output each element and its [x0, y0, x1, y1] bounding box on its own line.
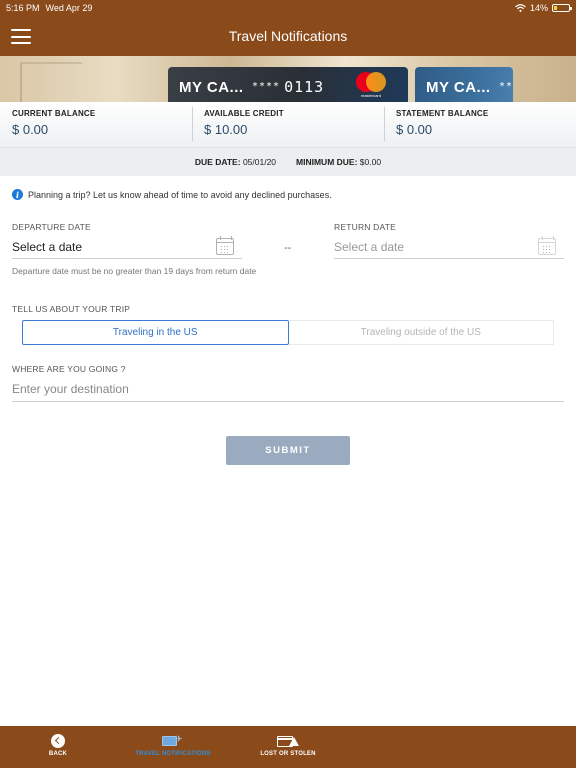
balance-label: STATEMENT BALANCE: [396, 109, 489, 118]
travel-card-plane-icon: ✈: [162, 735, 184, 748]
balance-label: CURRENT BALANCE: [12, 109, 96, 118]
calendar-icon[interactable]: [538, 236, 556, 255]
status-date: Wed Apr 29: [45, 3, 93, 13]
info-banner: i Planning a trip? Let us know ahead of …: [12, 189, 332, 200]
balance-value: $ 0.00: [12, 122, 49, 137]
balance-value: $ 10.00: [204, 122, 248, 137]
tab-label: LOST OR STOLEN: [260, 751, 316, 757]
card-tile-next[interactable]: MY CA... **: [415, 67, 513, 102]
info-text: Planning a trip? Let us know ahead of ti…: [28, 189, 332, 200]
balance-label: AVAILABLE CREDIT: [204, 109, 284, 118]
statement-balance: STATEMENT BALANCE $ 0.00: [384, 102, 576, 147]
battery-percent: 14%: [529, 3, 548, 13]
hamburger-menu-icon[interactable]: [11, 29, 31, 44]
due-summary: DUE DATE: 05/01/20 MINIMUM DUE: $0.00: [0, 148, 576, 176]
tab-travel-notifications[interactable]: ✈ TRAVEL NOTIFICATIONS: [130, 726, 216, 768]
mastercard-logo-icon: mastercard: [354, 72, 388, 98]
card-name: MY CA...: [426, 79, 491, 96]
tab-label: BACK: [48, 751, 68, 757]
tab-label: TRAVEL NOTIFICATIONS: [135, 751, 211, 757]
date-hint: Departure date must be no greater than 1…: [12, 266, 257, 276]
battery-charging-icon: [552, 4, 572, 12]
wifi-icon: [515, 4, 526, 12]
back-arrow-icon: [51, 734, 65, 748]
date-separator: --: [284, 242, 292, 254]
app-header: Travel Notifications: [0, 16, 576, 56]
destination-label: WHERE ARE YOU GOING ?: [12, 364, 126, 374]
balance-value: $ 0.00: [396, 122, 433, 137]
balance-summary: CURRENT BALANCE $ 0.00 AVAILABLE CREDIT …: [0, 102, 576, 148]
page-title: Travel Notifications: [228, 28, 348, 44]
trip-option-international[interactable]: Traveling outside of the US: [288, 320, 554, 345]
return-date-label: RETURN DATE: [334, 222, 397, 232]
current-balance: CURRENT BALANCE $ 0.00: [0, 102, 192, 147]
tab-back[interactable]: BACK: [38, 726, 78, 768]
due-date: DUE DATE: 05/01/20: [194, 157, 277, 167]
destination-input[interactable]: Enter your destination: [12, 376, 564, 402]
card-number: **** 0113: [252, 78, 325, 96]
calendar-icon[interactable]: [216, 236, 234, 255]
card-tile-selected[interactable]: MY CA... **** 0113 mastercard: [168, 67, 408, 102]
departure-date-field[interactable]: Select a date: [12, 235, 242, 259]
card-carousel[interactable]: MY CA... **** 0113 mastercard MY CA... **: [0, 56, 576, 102]
trip-option-us[interactable]: Traveling in the US: [22, 320, 289, 345]
trip-type-label: TELL US ABOUT YOUR TRIP: [12, 304, 131, 314]
departure-date-label: DEPARTURE DATE: [12, 222, 91, 232]
bottom-tab-bar: BACK ✈ TRAVEL NOTIFICATIONS LOST OR STOL…: [0, 726, 576, 768]
trip-type-segmented-control[interactable]: Traveling in the US Traveling outside of…: [22, 320, 554, 345]
card-number: **: [499, 81, 513, 92]
submit-button[interactable]: SUBMIT: [226, 436, 350, 465]
status-time: 5:16 PM: [6, 3, 40, 13]
status-bar: 5:16 PM Wed Apr 29 14%: [0, 0, 576, 16]
card-name: MY CA...: [179, 79, 244, 96]
return-date-field[interactable]: Select a date: [334, 235, 564, 259]
card-warning-icon: [277, 735, 299, 748]
info-icon: i: [12, 189, 23, 200]
minimum-due: MINIMUM DUE: $0.00: [296, 157, 382, 167]
tab-lost-or-stolen[interactable]: LOST OR STOLEN: [252, 726, 324, 768]
available-credit: AVAILABLE CREDIT $ 10.00: [192, 102, 384, 147]
